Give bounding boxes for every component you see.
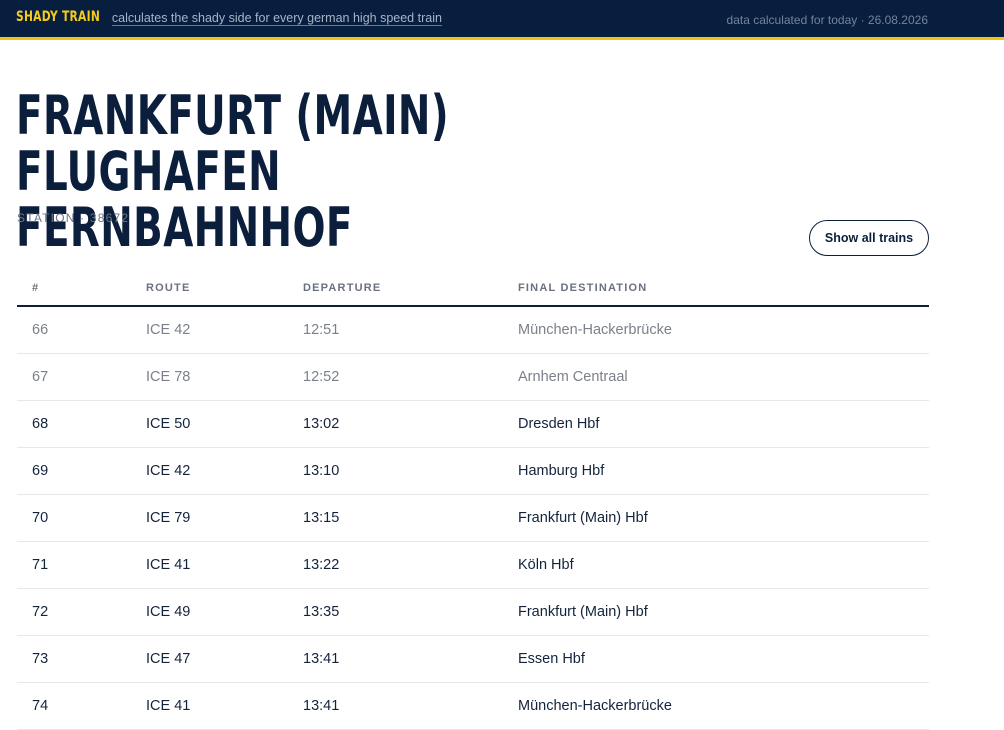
- departure-time: 13:35: [303, 604, 340, 620]
- final-destination: Essen Hbf: [518, 651, 585, 667]
- column-header-departure: DEPARTURE: [303, 281, 382, 294]
- train-number: 74: [32, 698, 49, 714]
- departure-time: 12:52: [303, 369, 340, 385]
- departure-time: 13:10: [303, 463, 340, 479]
- table-body: 66 ICE 42 12:51 München-Hackerbrücke 67 ICE 7…: [17, 307, 929, 730]
- departure-time: 13:41: [303, 698, 340, 714]
- table-header: # ROUTE DEPARTURE FINAL DESTINATION: [17, 270, 929, 307]
- train-number: 71: [32, 557, 49, 573]
- train-number: 70: [32, 510, 49, 526]
- table-row[interactable]: 73 ICE 47 13:41 Essen Hbf: [17, 636, 929, 683]
- departure-time: 13:15: [303, 510, 340, 526]
- train-route: ICE 42: [146, 322, 191, 338]
- table-row[interactable]: 67 ICE 78 12:52 Arnhem Centraal: [17, 354, 929, 401]
- column-header-number: #: [32, 281, 40, 294]
- departure-time: 12:51: [303, 322, 340, 338]
- brand-logo[interactable]: SHADY TRAIN: [16, 9, 100, 25]
- train-number: 67: [32, 369, 49, 385]
- final-destination: Frankfurt (Main) Hbf: [518, 604, 648, 620]
- table-row[interactable]: 68 ICE 50 13:02 Dresden Hbf: [17, 401, 929, 448]
- train-route: ICE 79: [146, 510, 191, 526]
- tagline-link[interactable]: calculates the shady side for every germ…: [112, 11, 442, 25]
- train-route: ICE 41: [146, 698, 191, 714]
- train-route: ICE 78: [146, 369, 191, 385]
- final-destination: München-Hackerbrücke: [518, 322, 672, 338]
- departure-time: 13:22: [303, 557, 340, 573]
- departure-time: 13:02: [303, 416, 340, 432]
- departures-table: # ROUTE DEPARTURE FINAL DESTINATION 66 IC…: [17, 270, 929, 730]
- column-header-route: ROUTE: [146, 281, 191, 294]
- table-row[interactable]: 70 ICE 79 13:15 Frankfurt (Main) Hbf: [17, 495, 929, 542]
- final-destination: Frankfurt (Main) Hbf: [518, 510, 648, 526]
- column-header-destination: FINAL DESTINATION: [518, 281, 648, 294]
- departure-time: 13:41: [303, 651, 340, 667]
- table-row[interactable]: 74 ICE 41 13:41 München-Hackerbrücke: [17, 683, 929, 730]
- train-number: 73: [32, 651, 49, 667]
- train-number: 66: [32, 322, 49, 338]
- final-destination: Hamburg Hbf: [518, 463, 605, 479]
- final-destination: Köln Hbf: [518, 557, 574, 573]
- train-number: 69: [32, 463, 49, 479]
- table-row[interactable]: 71 ICE 41 13:22 Köln Hbf: [17, 542, 929, 589]
- top-bar: SHADY TRAIN calculates the shady side fo…: [0, 0, 1004, 40]
- table-row[interactable]: 72 ICE 49 13:35 Frankfurt (Main) Hbf: [17, 589, 929, 636]
- train-route: ICE 42: [146, 463, 191, 479]
- train-route: ICE 49: [146, 604, 191, 620]
- table-row[interactable]: 69 ICE 42 13:10 Hamburg Hbf: [17, 448, 929, 495]
- show-all-trains-button[interactable]: Show all trains: [809, 220, 929, 256]
- table-row[interactable]: 66 ICE 42 12:51 München-Hackerbrücke: [17, 307, 929, 354]
- train-number: 72: [32, 604, 49, 620]
- train-route: ICE 50: [146, 416, 191, 432]
- train-number: 68: [32, 416, 49, 432]
- station-title: FRANKFURT (MAIN) FLUGHAFEN FERNBAHNHOF: [16, 84, 450, 259]
- data-date-info: data calculated for today · 26.08.2026: [726, 13, 928, 27]
- final-destination: München-Hackerbrücke: [518, 698, 672, 714]
- train-route: ICE 41: [146, 557, 191, 573]
- final-destination: Dresden Hbf: [518, 416, 600, 432]
- final-destination: Arnhem Centraal: [518, 369, 628, 385]
- train-route: ICE 47: [146, 651, 191, 667]
- station-id: STATION · 38672: [17, 211, 130, 225]
